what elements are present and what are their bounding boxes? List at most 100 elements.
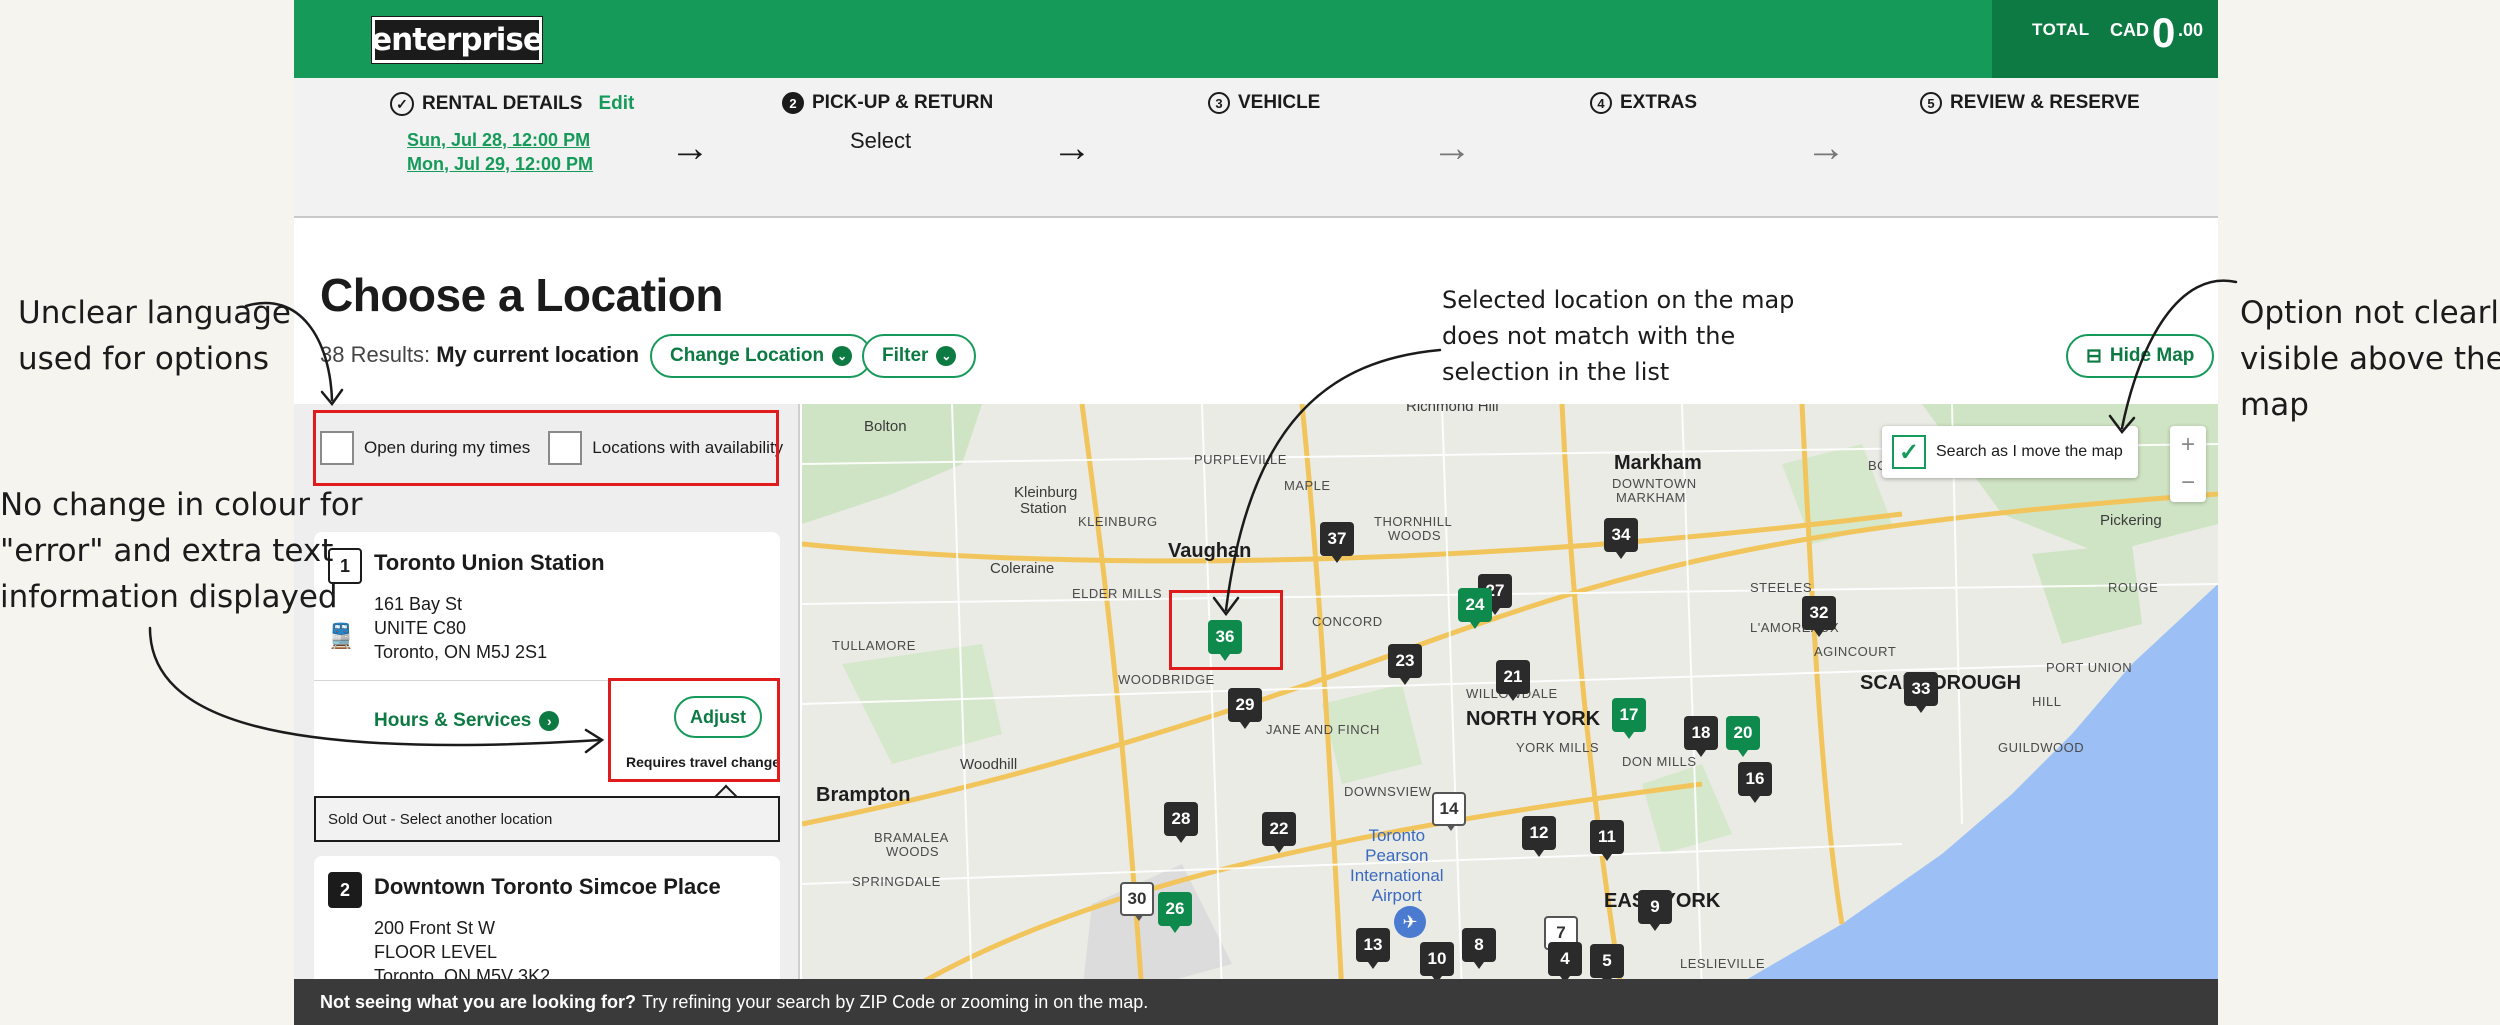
location-card[interactable]: 2 Downtown Toronto Simcoe Place 200 Fron… [314,856,780,994]
map-marker[interactable]: 14 [1432,792,1466,831]
checkbox-checked-icon[interactable]: ✓ [1892,435,1926,469]
return-date-link[interactable]: Mon, Jul 29, 12:00 PM [407,154,593,175]
airport-plane-icon: ✈ [1394,906,1426,938]
hours-services-link[interactable]: Hours & Services › [374,710,560,732]
map-place: Pickering [2100,512,2162,529]
map-place: NORTH YORK [1466,708,1601,730]
map-marker[interactable]: 9 [1638,890,1672,931]
map-place: Bolton [864,418,907,435]
help-bar-text: Try refining your search by ZIP Code or … [642,991,1149,1012]
map-marker[interactable]: 11 [1590,820,1624,861]
annotation-line: selection in the list [1442,358,1670,386]
map-marker[interactable]: 18 [1684,716,1718,757]
map-marker[interactable]: 12 [1522,816,1556,857]
search-as-move-label: Search as I move the map [1936,443,2123,460]
annotation-line: does not match with the [1442,322,1736,350]
map-marker[interactable]: 26 [1158,892,1192,933]
annotation-unclear-language: Unclear language used for options [18,290,291,382]
annotation-no-colour-change: No change in colour for "error" and extr… [0,482,363,620]
filter-label: Filter [882,345,929,366]
map-place: MAPLE [1284,478,1331,493]
map-marker[interactable]: 33 [1904,672,1938,713]
step-number: 5 [1920,92,1942,114]
page-frame: enterprise TOTAL CAD 0 .00 ✓ RENTAL DETA… [294,0,2218,1025]
map-marker[interactable]: 5 [1590,944,1624,985]
results-count: 38 Results: [320,342,431,367]
map-place: TULLAMORE [832,638,916,653]
annotation-selected-mismatch: Selected location on the map does not ma… [1442,282,1794,390]
map-marker[interactable]: 32 [1802,596,1836,637]
map-place: JANE AND FINCH [1266,722,1380,737]
map-place: STEELES [1750,580,1813,595]
enterprise-logo[interactable]: enterprise [371,16,544,64]
annotation-line: visible above the [2240,341,2500,377]
location-name: Downtown Toronto Simcoe Place [374,874,721,899]
hours-services-label: Hours & Services [374,710,532,731]
map-marker[interactable]: 8 [1462,928,1496,969]
map-place: Richmond Hill [1406,404,1499,415]
map-marker[interactable]: 22 [1262,812,1296,853]
map-place: SPRINGDALE [852,874,941,889]
total-price[interactable]: TOTAL CAD 0 .00 [1992,0,2218,78]
map-place: SCARBOROUGH [1860,672,2022,694]
map-place: DOWNTOWN [1612,476,1697,491]
results-summary: 38 Results: My current location [320,342,639,368]
zoom-in-button[interactable]: + [2170,426,2206,464]
map-marker[interactable]: 4 [1548,942,1582,983]
map-marker[interactable]: 10 [1420,942,1454,983]
map-place: PURPLEVILLE [1194,452,1287,467]
map-marker[interactable]: 17 [1612,698,1646,739]
total-currency: CAD [2110,20,2149,40]
results-location: My current location [436,342,640,367]
location-name: Toronto Union Station [374,550,605,575]
pickup-return-value: Select [850,128,912,153]
pickup-date-link[interactable]: Sun, Jul 28, 12:00 PM [407,130,590,151]
chevron-down-icon: ⌄ [832,346,853,366]
map-marker[interactable]: 34 [1604,518,1638,559]
map[interactable]: Bolton Richmond Hill Markham DOWNTOWN MA… [802,404,2218,994]
map-marker[interactable]: 13 [1356,928,1390,969]
arrow-right-icon: → [670,126,710,170]
airport-line: International [1350,866,1444,885]
address-line: FLOOR LEVEL [374,942,498,962]
zoom-out-button[interactable]: − [2170,464,2206,502]
hide-map-button[interactable]: ⊟ Hide Map [2066,334,2215,378]
map-marker[interactable]: 16 [1738,762,1772,803]
map-place: GUILDWOOD [1998,740,2085,755]
annotation-line: map [2240,387,2309,423]
map-marker[interactable]: 24 [1458,588,1492,629]
help-bar-bold: Not seeing what you are looking for? [320,991,637,1012]
arrow-right-icon: → [1806,126,1846,170]
map-marker[interactable]: 20 [1726,716,1760,757]
map-place: DON MILLS [1622,754,1697,769]
hide-map-label: Hide Map [2109,345,2195,366]
map-place: Station [1020,500,1067,517]
step-number: 2 [782,92,804,114]
map-place: LESLIEVILLE [1680,956,1765,971]
airport-line: Toronto [1368,826,1426,845]
map-marker[interactable]: 37 [1320,522,1354,563]
map-icon: ⊟ [2086,345,2102,367]
map-marker[interactable]: 21 [1496,660,1530,701]
map-marker[interactable]: 23 [1388,644,1422,685]
step-review-reserve: 5 REVIEW & RESERVE [1920,92,2140,114]
zoom-controls: + − [2170,426,2206,502]
change-location-button[interactable]: Change Location ⌄ [650,334,873,378]
step-rental-details: ✓ RENTAL DETAILS Edit [390,92,634,116]
map-place: Kleinburg [1014,484,1078,501]
map-place: Brampton [816,784,911,806]
step-number: 4 [1590,92,1612,114]
edit-rental-details-link[interactable]: Edit [598,93,634,115]
total-amount: 0 [2152,9,2176,56]
map-marker[interactable]: 28 [1164,802,1198,843]
step-pickup-return: 2 PICK-UP & RETURN [782,92,993,114]
map-marker[interactable]: 29 [1228,688,1262,729]
map-marker[interactable]: 30 [1120,882,1154,921]
page-title: Choose a Location [320,269,723,321]
map-place: ROUGE [2108,580,2159,595]
map-place: HILL [2032,694,2062,709]
chevron-right-icon: › [539,711,560,731]
highlight-adjust [608,678,780,782]
search-as-move-toggle[interactable]: ✓ Search as I move the map [1882,426,2138,478]
filter-button[interactable]: Filter ⌄ [862,334,977,378]
